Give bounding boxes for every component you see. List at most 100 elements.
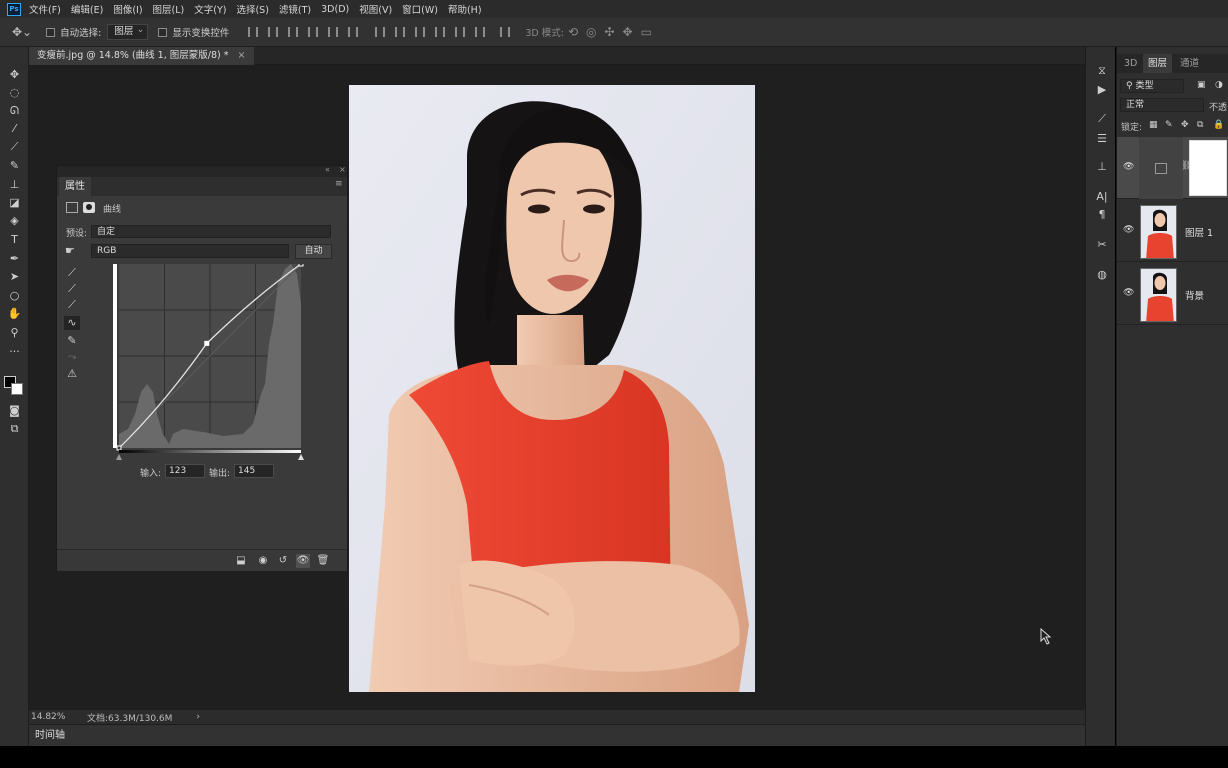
timeline-tab[interactable]: 时间轴 xyxy=(35,730,65,741)
character-icon[interactable]: A| xyxy=(1094,189,1110,205)
blend-mode-dropdown[interactable]: 正常 xyxy=(1120,98,1204,112)
layer-row-layer1[interactable]: 👁 图层 1 xyxy=(1117,200,1228,262)
align-bottom-icon[interactable] xyxy=(288,27,299,37)
tab-layers[interactable]: 图层 xyxy=(1143,54,1173,73)
document-image[interactable] xyxy=(349,85,755,692)
3d-roll-icon[interactable]: ◎ xyxy=(586,25,596,39)
visibility-eye-icon[interactable]: 👁 xyxy=(1123,288,1134,298)
eyedropper-tool-icon[interactable]: ⟋ xyxy=(6,139,23,154)
more-tools-icon[interactable]: ··· xyxy=(6,344,23,359)
black-point-eyedropper-icon[interactable]: ⟋ xyxy=(64,266,80,280)
tab-channels[interactable]: 通道 xyxy=(1175,54,1204,73)
visibility-eye-icon[interactable]: 👁 xyxy=(1123,162,1134,172)
actions-play-icon[interactable]: ▶ xyxy=(1094,82,1110,98)
menu-type[interactable]: 文字(Y) xyxy=(194,2,226,16)
filter-image-icon[interactable]: ▣ xyxy=(1197,80,1206,90)
auto-select-checkbox[interactable] xyxy=(46,27,56,37)
align-top-icon[interactable] xyxy=(248,27,259,37)
distribute-hcenter-icon[interactable] xyxy=(455,27,466,37)
align-hcenter-icon[interactable] xyxy=(328,27,339,37)
panel-menu-icon[interactable]: ≡ xyxy=(335,179,343,189)
zoom-tool-icon[interactable]: ⚲ xyxy=(6,325,23,340)
document-tab[interactable]: 变瘦前.jpg @ 14.8% (曲线 1, 图层蒙版/8) * × xyxy=(29,47,254,65)
menu-layer[interactable]: 图层(L) xyxy=(153,2,185,16)
ellipse-tool-icon[interactable]: ○ xyxy=(6,288,23,303)
auto-button[interactable]: 自动 xyxy=(295,244,332,259)
path-select-tool-icon[interactable]: ➤ xyxy=(6,269,23,284)
pencil-draw-icon[interactable]: ✎ xyxy=(64,334,80,348)
distribute-right-icon[interactable] xyxy=(475,27,486,37)
distribute-top-icon[interactable] xyxy=(375,27,386,37)
curve-control-point[interactable] xyxy=(116,445,122,451)
lock-position-icon[interactable]: ✥ xyxy=(1181,120,1189,130)
libraries-icon[interactable]: ◍ xyxy=(1094,267,1110,283)
layer-mask-icon[interactable] xyxy=(83,202,95,213)
preset-dropdown[interactable]: 自定 xyxy=(91,225,331,238)
menu-window[interactable]: 窗口(W) xyxy=(402,2,438,16)
view-previous-icon[interactable]: ◉ xyxy=(256,554,270,568)
distribute-left-icon[interactable] xyxy=(435,27,446,37)
adjustments-icon[interactable]: ☰ xyxy=(1094,131,1110,147)
lock-artboard-icon[interactable]: ⧉ xyxy=(1197,120,1203,130)
zoom-level[interactable]: 14.82% xyxy=(31,712,81,722)
filter-adjust-icon[interactable]: ◑ xyxy=(1215,80,1223,90)
3d-scale-icon[interactable]: ▭ xyxy=(641,25,652,39)
distribute-bottom-icon[interactable] xyxy=(415,27,426,37)
3d-orbit-icon[interactable]: ⟲ xyxy=(568,25,578,39)
3d-pan-icon[interactable]: ✣ xyxy=(604,25,614,39)
menu-file[interactable]: 文件(F) xyxy=(29,2,61,16)
quick-mask-icon[interactable]: ◙ xyxy=(6,403,23,418)
brush-settings-icon[interactable]: ⟋ xyxy=(1094,111,1110,127)
close-tab-icon[interactable]: × xyxy=(238,50,246,61)
tab-3d[interactable]: 3D xyxy=(1119,54,1142,73)
history-icon[interactable]: ⧖ xyxy=(1094,63,1110,79)
align-right-icon[interactable] xyxy=(348,27,359,37)
menu-image[interactable]: 图像(I) xyxy=(113,2,142,16)
move-tool-icon[interactable]: ✥ xyxy=(6,67,23,82)
align-vcenter-icon[interactable] xyxy=(268,27,279,37)
visibility-eye-icon[interactable]: 👁 xyxy=(1123,225,1134,235)
menu-help[interactable]: 帮助(H) xyxy=(448,2,482,16)
auto-select-dropdown[interactable]: 图层 xyxy=(107,24,149,40)
properties-tab[interactable]: 属性 xyxy=(59,177,91,196)
hand-tool-icon[interactable]: ✋ xyxy=(6,306,23,321)
layer-row-curves[interactable]: 👁 ⛓ xyxy=(1117,137,1228,199)
layer-mask-thumbnail[interactable] xyxy=(1189,140,1227,196)
background-color-swatch[interactable] xyxy=(11,383,23,395)
layer-name[interactable]: 图层 1 xyxy=(1185,225,1213,239)
close-panel-icon[interactable]: × xyxy=(339,165,346,174)
tool-presets-icon[interactable]: ✂ xyxy=(1094,237,1110,253)
menu-select[interactable]: 选择(S) xyxy=(236,2,268,16)
lock-image-icon[interactable]: ✎ xyxy=(1165,120,1173,130)
target-adjust-icon[interactable]: ☛ xyxy=(65,244,75,257)
auto-align-icon[interactable] xyxy=(500,27,511,37)
pen-tool-icon[interactable]: ✒ xyxy=(6,251,23,266)
curve-control-point[interactable] xyxy=(298,264,304,267)
align-left-icon[interactable] xyxy=(308,27,319,37)
menu-edit[interactable]: 编辑(E) xyxy=(71,2,103,16)
3d-slide-icon[interactable]: ✥ xyxy=(623,25,633,39)
paint-bucket-tool-icon[interactable]: ◈ xyxy=(6,213,23,228)
lasso-tool-icon[interactable]: ᘏ xyxy=(6,103,23,118)
stamp-tool-icon[interactable]: ⊥ xyxy=(6,177,23,192)
layer-filter-dropdown[interactable]: ⚲ 类型 xyxy=(1120,79,1184,93)
status-menu-arrow-icon[interactable]: › xyxy=(196,712,200,722)
menu-filter[interactable]: 滤镜(T) xyxy=(279,2,311,16)
gray-point-eyedropper-icon[interactable]: ⟋ xyxy=(64,282,80,296)
curve-control-point[interactable] xyxy=(204,340,210,346)
output-field[interactable]: 145 xyxy=(234,464,274,478)
show-transform-checkbox[interactable] xyxy=(158,27,168,37)
white-point-eyedropper-icon[interactable]: ⟋ xyxy=(64,298,80,312)
edit-points-icon[interactable]: ∿ xyxy=(64,316,80,330)
curves-graph[interactable] xyxy=(113,264,305,460)
distribute-vcenter-icon[interactable] xyxy=(395,27,406,37)
lock-transparent-icon[interactable]: ▦ xyxy=(1149,120,1158,130)
collapse-icon[interactable]: « xyxy=(325,165,330,174)
channel-dropdown[interactable]: RGB xyxy=(91,244,289,258)
marquee-tool-icon[interactable]: ◌ xyxy=(6,85,23,100)
layer-row-background[interactable]: 👁 背景 xyxy=(1117,263,1228,325)
smooth-curve-icon[interactable]: ⤳ xyxy=(64,350,80,364)
paragraph-icon[interactable]: ¶ xyxy=(1094,207,1110,223)
reset-icon[interactable]: ↺ xyxy=(276,554,290,568)
lock-all-icon[interactable]: 🔒 xyxy=(1213,120,1224,130)
